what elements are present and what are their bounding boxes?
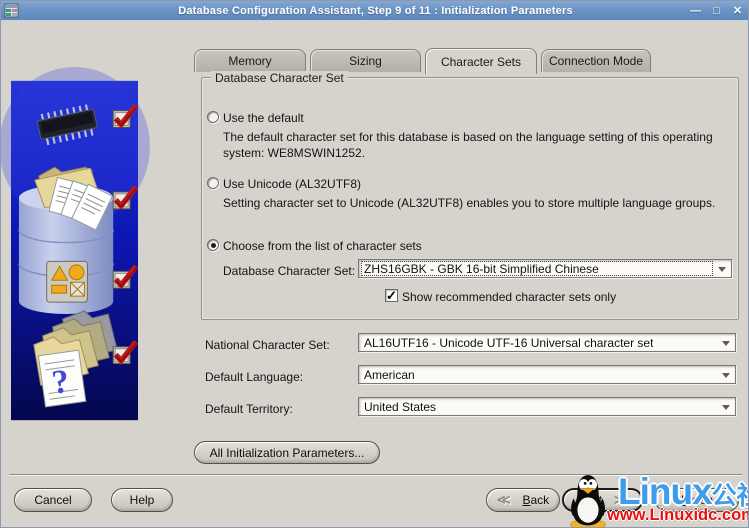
finish-button[interactable]: Finish (655, 488, 739, 512)
maximize-icon[interactable]: □ (709, 3, 724, 18)
application-icon (4, 3, 20, 19)
all-initialization-parameters-button[interactable]: All Initialization Parameters... (194, 441, 380, 464)
chevron-down-icon[interactable] (722, 405, 730, 410)
tab-memory[interactable]: Memory (194, 49, 306, 72)
db-charset-value: ZHS16GBK - GBK 16-bit Simplified Chinese (364, 262, 599, 276)
db-charset-dropdown[interactable]: ZHS16GBK - GBK 16-bit Simplified Chinese (358, 259, 732, 278)
default-language-label: Default Language: (205, 370, 304, 384)
use-default-description: The default character set for this datab… (223, 130, 713, 160)
default-territory-value: United States (364, 400, 437, 414)
window-controls: — □ ✕ (688, 3, 745, 18)
chevron-down-icon[interactable] (722, 373, 730, 378)
help-button[interactable]: Help (111, 488, 173, 512)
next-button[interactable]: Next ≫ (562, 488, 643, 512)
double-chevron-left-icon: ≪ (496, 492, 511, 507)
national-charset-dropdown[interactable]: AL16UTF16 - Unicode UTF-16 Universal cha… (358, 333, 736, 352)
radio-use-unicode-label[interactable]: Use Unicode (AL32UTF8) (223, 177, 361, 191)
national-charset-value: AL16UTF16 - Unicode UTF-16 Universal cha… (364, 336, 654, 350)
default-territory-label: Default Territory: (205, 402, 293, 416)
radio-use-default[interactable] (207, 111, 219, 123)
group-title: Database Character Set (211, 71, 348, 85)
tab-sizing[interactable]: Sizing (310, 49, 421, 72)
chevron-down-icon[interactable] (722, 341, 730, 346)
show-recommended-checkbox[interactable]: ✓ (385, 289, 398, 302)
radio-use-unicode[interactable] (207, 177, 219, 189)
default-language-value: American (364, 368, 415, 382)
radio-use-default-label[interactable]: Use the default (223, 111, 304, 125)
minimize-icon[interactable]: — (688, 3, 703, 18)
dbca-window: Database Configuration Assistant, Step 9… (0, 0, 749, 528)
close-icon[interactable]: ✕ (730, 3, 745, 18)
back-button[interactable]: ≪ Back (486, 488, 560, 512)
shapes-panel-icon (46, 260, 88, 303)
db-charset-label: Database Character Set: (223, 264, 356, 278)
show-recommended-label[interactable]: Show recommended character sets only (402, 290, 616, 304)
radio-choose-from-list-label[interactable]: Choose from the list of character sets (223, 239, 422, 253)
cancel-button[interactable]: Cancel (14, 488, 92, 512)
window-title: Database Configuration Assistant, Step 9… (178, 4, 573, 17)
radio-choose-from-list[interactable] (207, 239, 219, 251)
double-chevron-right-icon: ≫ (614, 492, 628, 507)
default-territory-dropdown[interactable]: United States (358, 397, 736, 416)
titlebar: Database Configuration Assistant, Step 9… (1, 1, 748, 21)
tab-connection-mode[interactable]: Connection Mode (541, 49, 651, 72)
chevron-down-icon[interactable] (718, 267, 726, 272)
national-charset-label: National Character Set: (205, 338, 330, 352)
wizard-sidebar-graphic: ? (1, 66, 150, 421)
default-language-dropdown[interactable]: American (358, 365, 736, 384)
use-unicode-description: Setting character set to Unicode (AL32UT… (223, 196, 716, 210)
tab-character-sets[interactable]: Character Sets (425, 48, 537, 74)
footer-separator (9, 474, 742, 476)
